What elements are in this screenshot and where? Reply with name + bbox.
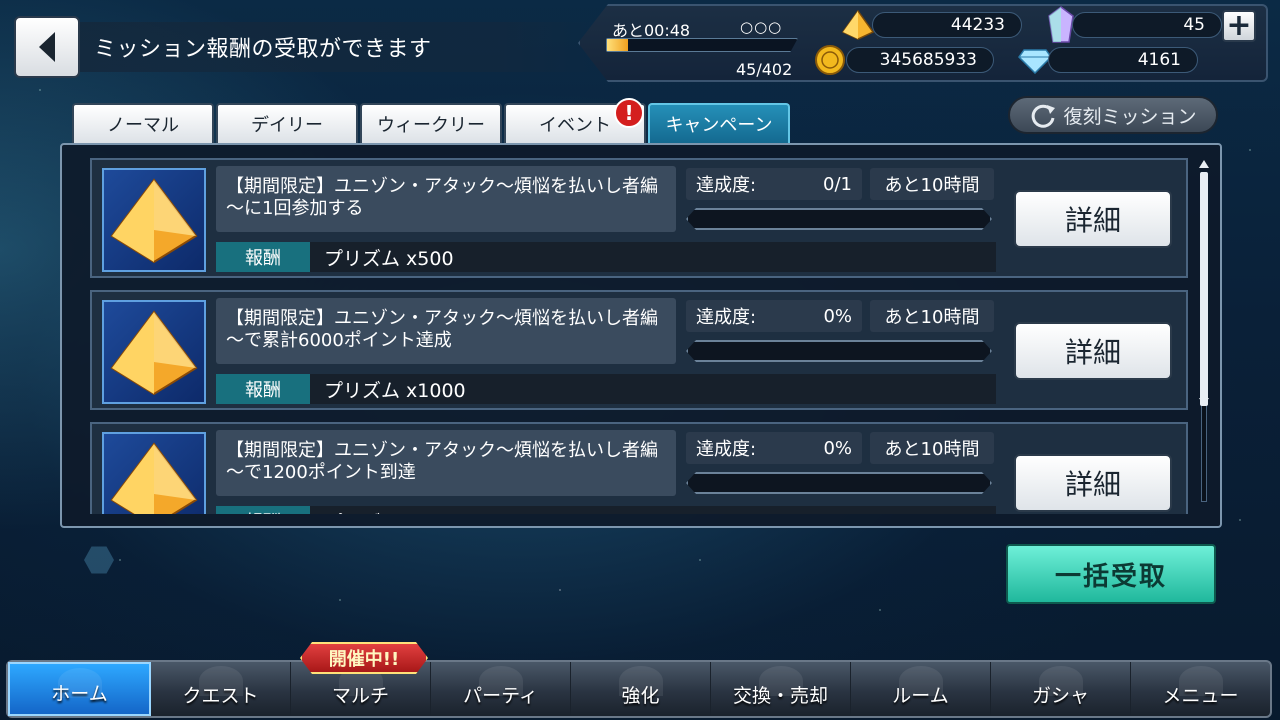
nav-enhance[interactable]: 強化 bbox=[571, 662, 711, 716]
nav-room[interactable]: ルーム bbox=[851, 662, 991, 716]
prism-reward-icon bbox=[102, 300, 206, 404]
nav-exchange[interactable]: 交換・売却 bbox=[711, 662, 851, 716]
lapis-count: 345685933 bbox=[846, 47, 994, 73]
home-icon bbox=[57, 668, 102, 698]
scroll-up-icon bbox=[1199, 160, 1209, 168]
reward-label: 報酬 bbox=[216, 242, 310, 272]
crystal-count: 45 bbox=[1072, 12, 1222, 38]
scroll-thumb[interactable] bbox=[1200, 172, 1208, 406]
tab-weekly[interactable]: ウィークリー bbox=[360, 103, 502, 143]
exp-timer: あと00:48 bbox=[612, 21, 691, 40]
progress-bar bbox=[686, 340, 992, 362]
refresh-icon bbox=[1032, 104, 1056, 128]
mission-list[interactable]: 【期間限定】ユニゾン・アタック～煩悩を払いし者編～に1回参加する 達成度: 0/… bbox=[90, 158, 1190, 514]
prism-count: 44233 bbox=[872, 12, 1022, 38]
reward-value: プリズム x1000 bbox=[310, 374, 996, 404]
nav-quest[interactable]: クエスト bbox=[151, 662, 291, 716]
page-title: ミッション報酬の受取ができます bbox=[80, 22, 600, 72]
tab-daily[interactable]: デイリー bbox=[216, 103, 358, 143]
lapis-coin-icon bbox=[814, 44, 846, 76]
menu-icon bbox=[1178, 666, 1223, 696]
mission-description: 【期間限定】ユニゾン・アタック～煩悩を払いし者編～に1回参加する bbox=[216, 166, 676, 232]
progress-box: 達成度: 0% bbox=[686, 432, 862, 464]
exp-bar bbox=[606, 38, 798, 52]
progress-label: 達成度: bbox=[696, 439, 757, 460]
nav-home[interactable]: ホーム bbox=[8, 662, 151, 716]
prism-reward-icon bbox=[102, 168, 206, 272]
mission-description: 【期間限定】ユニゾン・アタック～煩悩を払いし者編～で1200ポイント到達 bbox=[216, 430, 676, 496]
progress-value: 0% bbox=[823, 305, 852, 327]
back-arrow-icon bbox=[39, 32, 55, 62]
quest-icon bbox=[198, 666, 243, 696]
prism-icon bbox=[842, 10, 874, 40]
hexagon-decoration bbox=[84, 546, 114, 574]
detail-button[interactable]: 詳細 bbox=[1014, 190, 1172, 248]
exchange-icon bbox=[758, 666, 803, 696]
mission-card: 【期間限定】ユニゾン・アタック～煩悩を払いし者編～で累計6000ポイント達成 達… bbox=[90, 290, 1188, 410]
event-active-badge: 開催中!! bbox=[300, 642, 428, 674]
gacha-icon bbox=[1038, 666, 1083, 696]
time-remaining: あと10時間 bbox=[870, 168, 994, 200]
gem-count: 4161 bbox=[1048, 47, 1198, 73]
nav-menu[interactable]: メニュー bbox=[1131, 662, 1270, 716]
progress-box: 達成度: 0% bbox=[686, 300, 862, 332]
progress-label: 達成度: bbox=[696, 175, 757, 196]
revival-missions-label: 復刻ミッション bbox=[1063, 105, 1197, 128]
bulk-receive-button[interactable]: 一括受取 bbox=[1006, 544, 1216, 604]
detail-button[interactable]: 詳細 bbox=[1014, 322, 1172, 380]
reward-label: 報酬 bbox=[216, 374, 310, 404]
progress-label: 達成度: bbox=[696, 307, 757, 328]
enhance-icon bbox=[618, 666, 663, 696]
add-crystal-button[interactable]: + bbox=[1222, 10, 1256, 42]
bottom-nav: ホーム クエスト マルチ パーティ 強化 交換・売却 ルーム ガシャ メニュー bbox=[6, 660, 1272, 718]
scroll-down-icon bbox=[1199, 398, 1209, 406]
party-icon bbox=[478, 666, 523, 696]
reward-value: プリズム x500 bbox=[310, 242, 996, 272]
reward-label: 報酬 bbox=[216, 506, 310, 514]
tab-normal[interactable]: ノーマル bbox=[72, 103, 214, 143]
nav-gacha[interactable]: ガシャ bbox=[991, 662, 1131, 716]
mission-card: 【期間限定】ユニゾン・アタック～煩悩を払いし者編～に1回参加する 達成度: 0/… bbox=[90, 158, 1188, 278]
revival-missions-button[interactable]: 復刻ミッション bbox=[1008, 96, 1218, 134]
tab-campaign[interactable]: キャンペーン bbox=[648, 103, 790, 143]
prism-reward-icon bbox=[102, 432, 206, 514]
progress-value: 0% bbox=[823, 437, 852, 459]
gem-icon bbox=[1018, 48, 1052, 74]
nav-party[interactable]: パーティ bbox=[431, 662, 571, 716]
detail-button[interactable]: 詳細 bbox=[1014, 454, 1172, 512]
progress-value: 0/1 bbox=[823, 173, 852, 195]
back-button[interactable] bbox=[14, 16, 80, 78]
progress-bar bbox=[686, 472, 992, 494]
exp-circles: ○○○ bbox=[740, 18, 783, 36]
event-alert-icon: ! bbox=[614, 98, 644, 128]
time-remaining: あと10時間 bbox=[870, 432, 994, 464]
exp-bar-fill bbox=[607, 39, 628, 51]
progress-box: 達成度: 0/1 bbox=[686, 168, 862, 200]
exp-count: 45/402 bbox=[736, 60, 793, 79]
progress-bar bbox=[686, 208, 992, 230]
mission-scrollbar[interactable] bbox=[1194, 158, 1214, 518]
mission-card: 【期間限定】ユニゾン・アタック～煩悩を払いし者編～で1200ポイント到達 達成度… bbox=[90, 422, 1188, 514]
time-remaining: あと10時間 bbox=[870, 300, 994, 332]
reward-value: プリズム x1000 bbox=[310, 506, 996, 514]
mission-description: 【期間限定】ユニゾン・アタック～煩悩を払いし者編～で累計6000ポイント達成 bbox=[216, 298, 676, 364]
room-icon bbox=[898, 666, 943, 696]
